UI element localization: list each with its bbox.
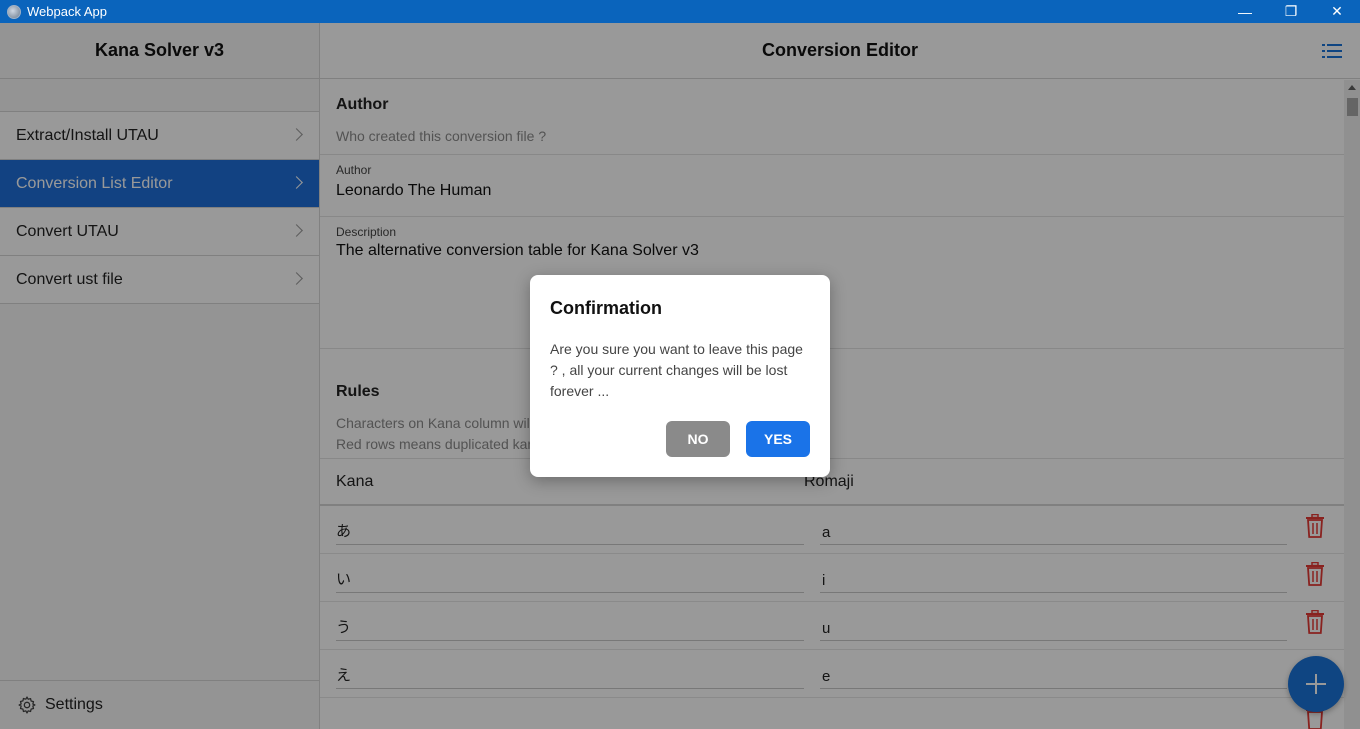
no-button[interactable]: NO [666,421,730,457]
app-icon [7,4,21,19]
close-button[interactable]: ✕ [1314,0,1360,23]
dialog-actions: NO YES [666,421,810,457]
minimize-button[interactable]: — [1222,0,1268,23]
dialog-message: Are you sure you want to leave this page… [550,341,803,399]
yes-button[interactable]: YES [746,421,810,457]
confirmation-dialog: Confirmation Are you sure you want to le… [530,275,830,477]
window-titlebar: Webpack App — ❐ ✕ [0,0,1360,23]
maximize-button[interactable]: ❐ [1268,0,1314,23]
dialog-title: Confirmation [550,298,662,318]
window-title: Webpack App [27,4,107,19]
window-controls: — ❐ ✕ [1222,0,1360,23]
